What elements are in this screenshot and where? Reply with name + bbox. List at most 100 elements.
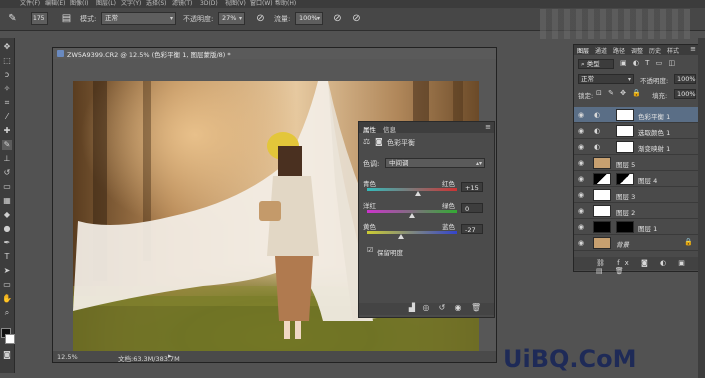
- eye-icon[interactable]: ◉: [578, 175, 584, 183]
- magic-wand-tool-icon[interactable]: ✧: [2, 84, 12, 94]
- menu-image[interactable]: 图像(I): [70, 0, 88, 8]
- eye-icon[interactable]: ◉: [578, 239, 584, 247]
- panel-menu-icon[interactable]: ≡: [485, 123, 491, 131]
- layer-actions-icons[interactable]: ⛓ fx ◙ ◐ ▣ ▤ 🗑: [596, 259, 699, 275]
- shape-tool-icon[interactable]: ▭: [2, 280, 12, 290]
- gradient-tool-icon[interactable]: ▦: [2, 196, 12, 206]
- cyan-red-slider-track[interactable]: [367, 188, 457, 191]
- flow-field[interactable]: 100% ▾: [295, 12, 323, 25]
- history-brush-tool-icon[interactable]: ↺: [2, 168, 12, 178]
- layer-row[interactable]: ◉ 图层 3: [574, 187, 699, 203]
- layer-row[interactable]: ◉ 图层 5: [574, 155, 699, 171]
- type-tool-icon[interactable]: T: [2, 252, 12, 262]
- menu-view[interactable]: 视图(V): [225, 0, 246, 8]
- zoom-tool-icon[interactable]: ⌕: [2, 308, 12, 318]
- path-selection-tool-icon[interactable]: ➤: [2, 266, 12, 276]
- clip-to-layer-icon[interactable]: ▟: [407, 303, 417, 313]
- tab-paths[interactable]: 路径: [613, 46, 625, 55]
- layer-row[interactable]: ◉ ◐ 选取颜色 1: [574, 123, 699, 139]
- lock-icons[interactable]: ⊡ ✎ ✥ 🔒: [596, 89, 643, 97]
- brush-tool-icon[interactable]: ✎: [6, 12, 19, 25]
- pen-tool-icon[interactable]: ✒: [2, 238, 12, 248]
- pressure-size-icon[interactable]: ⊘: [350, 12, 363, 25]
- tab-properties[interactable]: 属性: [363, 124, 376, 134]
- slider-green-label: 绿色: [442, 202, 455, 210]
- menu-3d[interactable]: 3D(D): [200, 0, 218, 8]
- tab-layers[interactable]: 图层: [577, 46, 589, 55]
- filter-icons[interactable]: ▣ ◐ T ▭ ◫: [620, 59, 677, 67]
- layer-row[interactable]: ◉ 图层 1: [574, 219, 699, 235]
- eye-icon[interactable]: ◉: [578, 159, 584, 167]
- fill-field[interactable]: 100%: [674, 89, 696, 99]
- document-tab[interactable]: ZW5A9399.CR2 @ 12.5% (色彩平衡 1, 图层蒙版/8) *: [53, 48, 496, 59]
- status-menu-arrow-icon[interactable]: ▸: [168, 352, 172, 360]
- eye-icon[interactable]: ◉: [578, 223, 584, 231]
- yellow-blue-slider-thumb[interactable]: [398, 234, 405, 239]
- magenta-green-slider-thumb[interactable]: [409, 213, 415, 218]
- menu-edit[interactable]: 编辑(E): [45, 0, 65, 8]
- layer-name: 选取颜色 1: [638, 129, 671, 137]
- blur-tool-icon[interactable]: ◆: [2, 210, 12, 220]
- brush-size-picker[interactable]: 175: [31, 12, 48, 25]
- cyan-red-value[interactable]: +15: [461, 182, 483, 192]
- view-previous-icon[interactable]: ◎: [421, 303, 431, 313]
- background-color-swatch[interactable]: [5, 334, 15, 344]
- mask-icon[interactable]: ◙: [375, 137, 383, 146]
- yellow-blue-slider-track[interactable]: [367, 231, 457, 234]
- mode-select[interactable]: 正常 ▾: [101, 12, 176, 25]
- menu-file[interactable]: 文件(F): [20, 0, 40, 8]
- tone-select[interactable]: 中间调 ▴▾: [385, 158, 485, 168]
- delete-adjustment-icon[interactable]: 🗑: [471, 303, 481, 313]
- lasso-tool-icon[interactable]: ↄ: [2, 70, 12, 80]
- layer-name: 背景: [616, 241, 629, 249]
- menu-filter[interactable]: 滤镜(T): [172, 0, 192, 8]
- cyan-red-slider-thumb[interactable]: [415, 191, 422, 196]
- eye-icon[interactable]: ◉: [578, 207, 584, 215]
- crop-tool-icon[interactable]: ⌗: [2, 98, 12, 108]
- brush-panel-icon[interactable]: ▤: [60, 12, 73, 25]
- visibility-icon[interactable]: ◉: [453, 303, 463, 313]
- menu-select[interactable]: 选择(S): [146, 0, 167, 8]
- tab-channels[interactable]: 通道: [595, 46, 607, 55]
- eye-icon[interactable]: ◉: [578, 143, 584, 151]
- eraser-tool-icon[interactable]: ▭: [2, 182, 12, 192]
- panel-dock: [698, 38, 705, 378]
- layer-row[interactable]: ◉ 图层 4: [574, 171, 699, 187]
- reset-icon[interactable]: ↺: [437, 303, 447, 313]
- menu-type[interactable]: 文字(Y): [121, 0, 141, 8]
- layer-row[interactable]: ◉ 背景 🔒: [574, 235, 699, 251]
- menu-window[interactable]: 窗口(W): [250, 0, 273, 8]
- tab-styles[interactable]: 样式: [667, 46, 679, 55]
- healing-tool-icon[interactable]: ✚: [2, 126, 12, 136]
- quick-mask-icon[interactable]: ◙: [2, 350, 12, 360]
- magenta-green-value[interactable]: 0: [461, 203, 483, 213]
- layer-row[interactable]: ◉ ◐ 渐变映射 1: [574, 139, 699, 155]
- hand-tool-icon[interactable]: ✋: [2, 294, 12, 304]
- clone-stamp-tool-icon[interactable]: ⊥: [2, 154, 12, 164]
- eye-icon[interactable]: ◉: [578, 191, 584, 199]
- pressure-opacity-icon[interactable]: ⊘: [254, 12, 267, 25]
- layers-menu-icon[interactable]: ≡: [690, 45, 696, 53]
- eyedropper-tool-icon[interactable]: ⁄: [2, 112, 12, 122]
- tab-adjustments[interactable]: 调整: [631, 46, 643, 55]
- menu-help[interactable]: 帮助(H): [275, 0, 296, 8]
- dodge-tool-icon[interactable]: ●: [2, 224, 12, 234]
- airbrush-icon[interactable]: ⊘: [331, 12, 344, 25]
- tab-history[interactable]: 历史: [649, 46, 661, 55]
- move-tool-icon[interactable]: ✥: [2, 42, 12, 52]
- blend-mode-select[interactable]: 正常 ▾: [578, 74, 634, 84]
- brush-tool-icon[interactable]: ✎: [2, 140, 12, 150]
- layer-row[interactable]: ◉ ◐ 色彩平衡 1: [574, 107, 699, 123]
- menu-layer[interactable]: 图层(L): [96, 0, 116, 8]
- opacity-field[interactable]: 27% ▾: [218, 12, 245, 25]
- layer-filter-select[interactable]: ⌕ 类型: [578, 59, 614, 69]
- yellow-blue-value[interactable]: -27: [461, 224, 483, 234]
- eye-icon[interactable]: ◉: [578, 127, 584, 135]
- zoom-level[interactable]: 12.5%: [57, 353, 78, 361]
- preserve-luminosity-checkbox[interactable]: ☑: [367, 246, 373, 254]
- tab-info[interactable]: 信息: [383, 124, 396, 134]
- layer-opacity-field[interactable]: 100%: [674, 74, 696, 84]
- eye-icon[interactable]: ◉: [578, 111, 584, 119]
- layer-row[interactable]: ◉ 图层 2: [574, 203, 699, 219]
- marquee-tool-icon[interactable]: ⬚: [2, 56, 12, 66]
